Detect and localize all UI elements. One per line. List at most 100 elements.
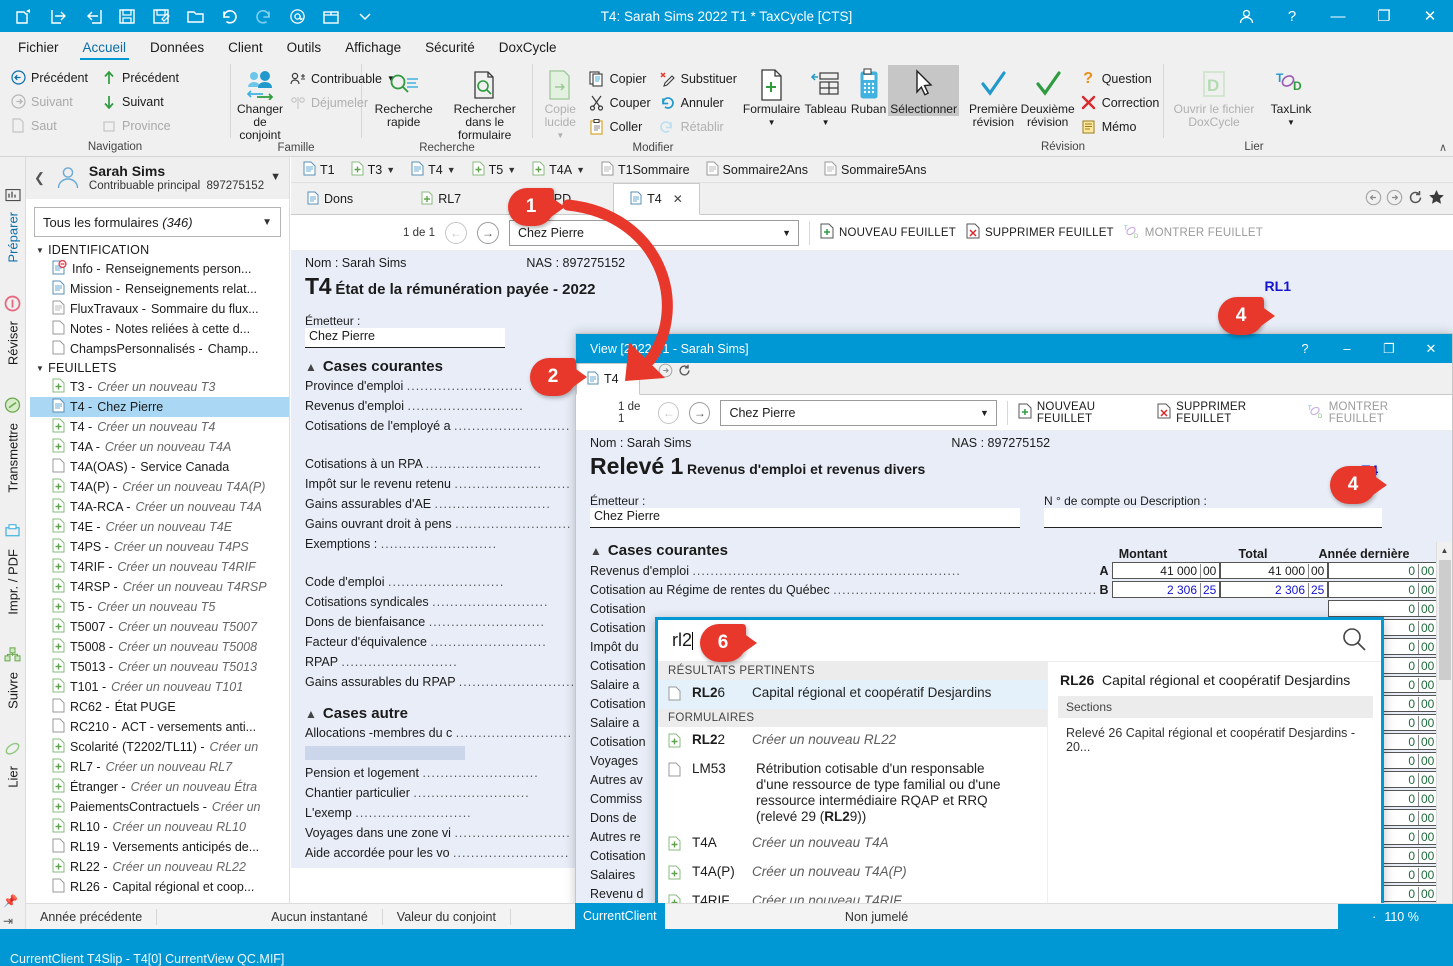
inner-slip-next-button[interactable]: → [689,401,711,424]
rl1-montant-cell[interactable]: 2 306 25 [1112,581,1220,598]
slip-next-button[interactable]: → [476,221,499,244]
form-list-item[interactable]: Scolarité (T2202/TL11) - Créer un [30,737,289,757]
import-icon[interactable] [42,1,76,31]
quick-search-input-row[interactable]: rl2 [658,620,1381,662]
status-valeur-conjoint[interactable]: Valeur du conjoint [383,908,511,925]
form-list-item[interactable]: T4RIF - Créer un nouveau T4RIF [30,557,289,577]
rl1-vertical-scrollbar[interactable]: ▲ ▼ [1436,542,1452,962]
star-icon[interactable] [1428,189,1445,209]
inner-window-controls[interactable]: ? – ❐ ✕ [1284,334,1452,363]
inner-document-tab-strip[interactable]: T4 [576,363,1452,395]
open-folder-icon[interactable] [8,1,42,31]
inner-help-button[interactable]: ? [1284,334,1326,363]
search-result-item[interactable]: RL22 Créer un nouveau RL22 [658,727,1047,756]
question-button[interactable]: ? Question [1076,67,1164,90]
quick-search-input[interactable]: rl2 [672,630,692,651]
inner-supprimer-feuillet-button[interactable]: SUPPRIMER FEUILLET [1157,401,1298,425]
refresh-icon[interactable] [1407,189,1424,209]
rl1-account-input[interactable] [1044,508,1382,528]
coller-button[interactable]: Coller [584,115,655,138]
vbar-item-impr-pdf[interactable]: Impr. / PDF [0,516,26,623]
rechercher-formulaire-button[interactable]: Rechercher dans le formulaire [441,65,528,142]
t4-issuer-input[interactable]: Chez Pierre [305,328,505,348]
form-list-item[interactable]: Info - Renseignements person... [30,259,289,279]
form-list-item[interactable]: T5008 - Créer un nouveau T5008 [30,637,289,657]
ribbon-tab-affichage[interactable]: Affichage [333,37,413,60]
ouvrir-doxcycle-button[interactable]: D Ouvrir le fichier DoxCycle [1168,65,1260,129]
form-list-item[interactable]: T4A(P) - Créer un nouveau T4A(P) [30,477,289,497]
chevron-left-icon[interactable]: ❮ [32,170,47,186]
form-list-item[interactable]: T5 - Créer un nouveau T5 [30,597,289,617]
scroll-thumb[interactable] [1439,560,1451,680]
account-icon[interactable] [1223,0,1269,32]
inner-minimize-button[interactable]: – [1326,334,1368,363]
search-result-item[interactable]: LM53 Rétribution cotisable d'un responsab… [658,756,1047,830]
chevron-down-icon[interactable]: ▼ [556,129,564,142]
chevron-down-icon[interactable]: ▼ [576,165,585,175]
t4-rl1-link[interactable]: RL1 [1265,278,1291,294]
refresh-icon[interactable] [677,364,692,381]
pin-panel-icon[interactable]: 📌 [3,894,18,908]
form-list-item[interactable]: T5007 - Créer un nouveau T5007 [30,617,289,637]
chevron-down-icon[interactable]: ▼ [262,217,272,228]
inner-slip-select[interactable]: Chez Pierre ▼ [720,399,997,426]
annuler-button[interactable]: Annuler [655,91,741,114]
form-tab-t4a[interactable]: T4A ▼ [524,157,593,183]
form-list-item[interactable]: T4PS - Créer un nouveau T4PS [30,537,289,557]
form-tab-sommaire2ans[interactable]: Sommaire2Ans [698,157,816,183]
doc-tab-rl7[interactable]: RL7 [405,183,477,215]
copie-lucide-button[interactable]: Copie lucide ▼ [537,65,584,142]
ribbon-tab-doxcycle[interactable]: DoxCycle [487,37,569,60]
ribbon-tab-donnees[interactable]: Données [138,37,216,60]
rl1-row[interactable]: Cotisation 0 00 [590,599,1438,618]
inner-close-button[interactable]: ✕ [1410,334,1452,363]
form-list-item[interactable]: T4E - Créer un nouveau T4E [30,517,289,537]
doc-tab-dons[interactable]: Dons [291,183,369,215]
back-circle-icon[interactable] [1365,189,1382,209]
chevron-down-icon[interactable]: ▼ [822,116,830,129]
inner-doc-nav-icons[interactable] [640,363,692,394]
deuxieme-revision-button[interactable]: Deuxième révision [1020,65,1076,129]
back-circle-icon[interactable] [640,363,655,381]
rl1-total-cell[interactable]: 41 000 00 [1220,562,1328,579]
form-list-item[interactable]: RL7 - Créer un nouveau RL7 [30,757,289,777]
vbar-item-lier[interactable]: Lier [0,733,26,796]
chevron-down-icon[interactable]: ▼ [447,165,456,175]
ribbon-collapse-icon[interactable]: ∧ [1439,141,1447,154]
supprimer-feuillet-button[interactable]: SUPPRIMER FEUILLET [966,223,1114,242]
correction-button[interactable]: Correction [1076,91,1164,114]
ribbon-tab-strip[interactable]: Fichier Accueil Données Client Outils Af… [0,32,1453,60]
maximize-button[interactable]: ❐ [1361,0,1407,32]
forward-circle-icon[interactable] [658,363,673,381]
rl1-section-cases-courantes[interactable]: ▲ Cases courantes [590,542,1088,559]
form-list-item[interactable]: T4A(OAS) - Service Canada [30,457,289,477]
form-filter-select[interactable]: Tous les formulaires (346) ▼ [34,207,281,237]
form-list-item[interactable]: ChampsPersonnalisés - Champ... [30,339,289,359]
nouveau-feuillet-button[interactable]: NOUVEAU FEUILLET [820,223,956,242]
nav-suivant-button[interactable]: Suivant [6,90,91,113]
client-header[interactable]: ❮ Sarah Sims Contribuable principal 8972… [26,157,289,199]
folder-icon[interactable] [178,1,212,31]
save-as-icon[interactable] [144,1,178,31]
form-list-item[interactable]: RC62 - État PUGE [30,697,289,717]
taxlink-button[interactable]: TD TaxLink ▼ [1260,65,1322,129]
form-tab-t4[interactable]: T4 ▼ [403,157,464,183]
rl1-annee-cell[interactable]: 000 [1328,562,1438,579]
montrer-feuillet-button[interactable]: TD MONTRER FEUILLET [1124,223,1263,242]
nav-precedent-up-button[interactable]: Précédent [97,66,182,89]
ribbon-tab-client[interactable]: Client [216,37,275,60]
form-list-item[interactable]: T4A-RCA - Créer un nouveau T4A [30,497,289,517]
form-list-item[interactable]: T4 - Créer un nouveau T4 [30,417,289,437]
form-tab-strip[interactable]: T1 T3 ▼ T4 ▼ T5 ▼ T4A ▼ T1Sommaire Sommaire2Ans Som… [291,157,1453,183]
form-list-item[interactable]: PaiementsContractuels - Créer un [30,797,289,817]
close-button[interactable]: ✕ [1407,0,1453,32]
client-dropdown-icon[interactable]: ▼ [270,171,281,183]
quick-access-toolbar[interactable] [0,1,382,31]
form-list-item[interactable]: T3 - Créer un nouveau T3 [30,377,289,397]
inner-nouveau-feuillet-button[interactable]: NOUVEAU FEUILLET [1018,401,1147,425]
email-icon[interactable] [280,1,314,31]
chevron-down-icon[interactable]: ▼ [782,228,791,238]
changer-conjoint-button[interactable]: Changer de conjoint [235,65,285,142]
form-list-item[interactable]: T4A - Créer un nouveau T4A [30,437,289,457]
retablir-button[interactable]: Rétablir [655,115,741,138]
